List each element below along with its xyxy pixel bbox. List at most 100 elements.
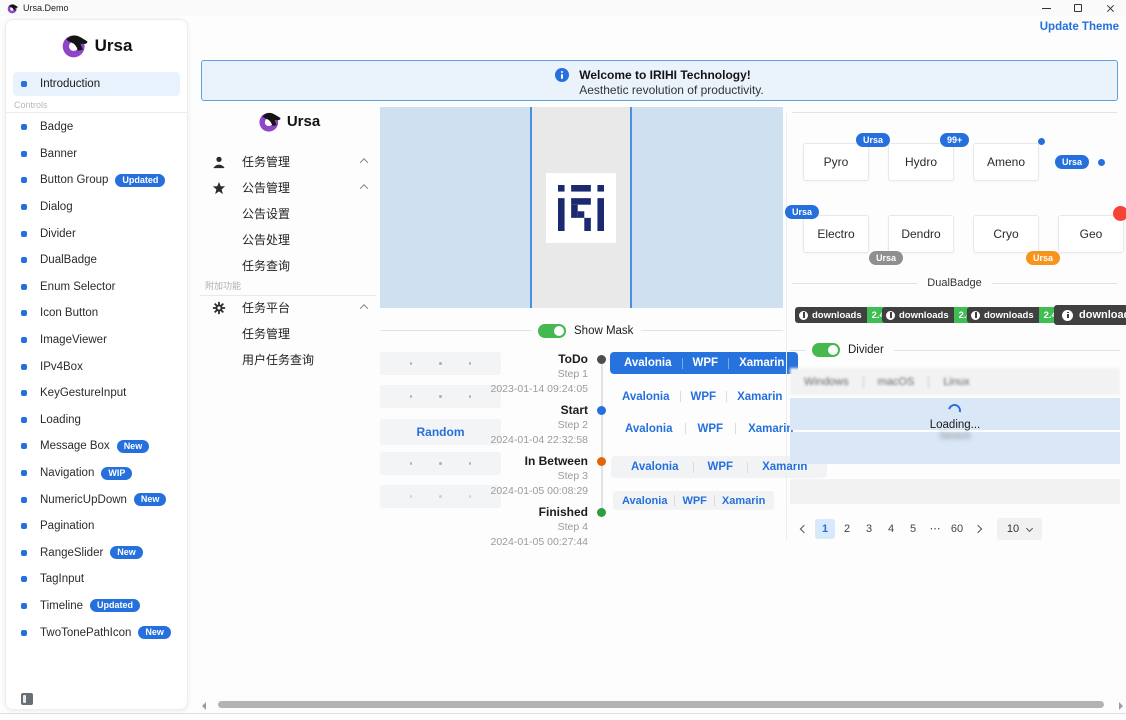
- tab-windows[interactable]: Windows: [790, 376, 863, 388]
- show-mask-toggle[interactable]: [538, 324, 566, 338]
- sidebar-collapse-button[interactable]: [21, 691, 39, 707]
- sidebar-item-introduction[interactable]: Introduction: [13, 72, 180, 96]
- timeline-time: 2024-01-05 00:08:29: [470, 484, 588, 499]
- page-size-select[interactable]: 10: [997, 518, 1042, 540]
- chevron-right-icon: [974, 524, 982, 532]
- pagination-prev-button[interactable]: [795, 519, 813, 539]
- sidebar-item[interactable]: ImageViewer: [6, 327, 185, 354]
- chevron-left-icon: [800, 524, 808, 532]
- ursa-logo-icon: [258, 110, 281, 133]
- menu-item-user-task-query[interactable]: 用户任务查询: [200, 347, 378, 372]
- menu-group-task-platform[interactable]: 任务平台: [200, 295, 378, 320]
- sidebar-nav-list: Badge Banner Button Group Updated: [6, 114, 185, 646]
- xamarin-button[interactable]: Xamarin: [715, 495, 772, 507]
- pagination-page-button[interactable]: 4: [881, 519, 901, 539]
- masked-content-label: Stretch: [790, 431, 1120, 442]
- star-icon: [212, 181, 226, 195]
- sidebar-item[interactable]: DualBadge: [6, 247, 185, 274]
- avalonia-button[interactable]: Avalonia: [615, 495, 674, 507]
- loading-demo: Loading... Stretch: [790, 398, 1120, 466]
- bullet-icon: [21, 603, 27, 609]
- avalonia-button[interactable]: Avalonia: [612, 391, 680, 403]
- bullet-icon: [21, 81, 27, 87]
- sidebar-item[interactable]: KeyGestureInput: [6, 380, 185, 407]
- maximize-button[interactable]: [1062, 0, 1094, 16]
- sidebar-item[interactable]: Icon Button: [6, 300, 185, 327]
- sidebar-item[interactable]: Timeline Updated: [6, 593, 185, 620]
- pagination-page-button[interactable]: 60: [947, 519, 967, 539]
- sidebar-item[interactable]: Banner: [6, 141, 185, 168]
- sidebar-item[interactable]: TwoTonePathIcon New: [6, 619, 185, 646]
- sidebar-item[interactable]: Enum Selector: [6, 274, 185, 301]
- menu-logo-text: Ursa: [287, 113, 320, 130]
- menu-group-task-management[interactable]: 任务管理: [200, 149, 378, 174]
- app-logo-icon: [7, 3, 18, 14]
- timeline-dot-icon: [597, 406, 606, 415]
- pagination-page-button[interactable]: 2: [837, 519, 857, 539]
- sidebar-item[interactable]: Loading: [6, 407, 185, 434]
- pagination-page-button[interactable]: 3: [859, 519, 879, 539]
- wpf-button[interactable]: WPF: [686, 423, 736, 435]
- menu-logo: Ursa: [200, 110, 378, 133]
- dual-badge: downloads 2.4k: [967, 307, 1067, 323]
- sidebar-item[interactable]: Button Group Updated: [6, 167, 185, 194]
- button-group-solid: Avalonia WPF Xamarin: [610, 352, 798, 374]
- menu-item-announcement-handling[interactable]: 公告处理: [200, 227, 378, 252]
- wpf-button[interactable]: WPF: [683, 357, 729, 369]
- status-badge: New: [138, 626, 171, 639]
- divider-label: Divider: [848, 344, 884, 356]
- wpf-button[interactable]: WPF: [681, 391, 727, 403]
- banner-subtitle: Aesthetic revolution of productivity.: [579, 83, 764, 98]
- sidebar-item[interactable]: Navigation WIP: [6, 460, 185, 487]
- badge-card-electro: Electro: [803, 215, 869, 253]
- sidebar-item[interactable]: Divider: [6, 220, 185, 247]
- timeline-title: Start: [470, 403, 588, 418]
- menu-item-task-query[interactable]: 任务查询: [200, 253, 378, 278]
- pagination-page-button[interactable]: 1: [815, 519, 835, 539]
- pagination-page-button[interactable]: ⋯: [925, 519, 945, 539]
- show-mask-label: Show Mask: [574, 325, 633, 337]
- image-viewer[interactable]: [380, 107, 783, 308]
- count-badge: 99+: [940, 133, 969, 147]
- tab-linux[interactable]: Linux: [928, 376, 983, 388]
- pagination-page-button[interactable]: 5: [903, 519, 923, 539]
- tab-macos[interactable]: macOS: [863, 376, 929, 388]
- pagination-next-button[interactable]: [969, 519, 987, 539]
- avalonia-button[interactable]: Avalonia: [614, 357, 682, 369]
- horizontal-scrollbar: [196, 699, 1126, 712]
- sidebar-item[interactable]: Badge: [6, 114, 185, 141]
- sidebar-item[interactable]: Dialog: [6, 194, 185, 221]
- close-button[interactable]: [1094, 0, 1126, 16]
- sidebar-item[interactable]: NumericUpDown New: [6, 486, 185, 513]
- bullet-icon: [21, 364, 27, 370]
- minimize-button[interactable]: [1030, 0, 1062, 16]
- app-window: Ursa.Demo Update Theme Welcome to IRIHI …: [0, 0, 1126, 720]
- xamarin-button[interactable]: Xamarin: [727, 391, 792, 403]
- wpf-button[interactable]: WPF: [694, 461, 748, 473]
- sidebar-item[interactable]: RangeSlider New: [6, 540, 185, 567]
- badge-section-divider: [792, 112, 1117, 113]
- scroll-right-arrow[interactable]: [1119, 702, 1123, 710]
- ursa-logo-icon: [61, 32, 88, 59]
- avalonia-button[interactable]: Avalonia: [617, 461, 693, 473]
- update-theme-button[interactable]: Update Theme: [1040, 18, 1119, 35]
- menu-item-announcement-settings[interactable]: 公告设置: [200, 201, 378, 226]
- divider-toggle[interactable]: [812, 343, 840, 357]
- scrollbar-thumb[interactable]: [218, 701, 1104, 708]
- menu-group-announcement[interactable]: 公告管理: [200, 175, 378, 200]
- sidebar-item[interactable]: IPv4Box: [6, 353, 185, 380]
- status-badge: Updated: [115, 174, 165, 187]
- xamarin-button[interactable]: Xamarin: [729, 357, 794, 369]
- badge-card-pyro: Pyro: [803, 143, 869, 181]
- menu-item-task-management[interactable]: 任务管理: [200, 321, 378, 346]
- bullet-icon: [21, 257, 27, 263]
- sidebar-item[interactable]: Message Box New: [6, 433, 185, 460]
- chevron-up-icon: [361, 304, 368, 311]
- sidebar-item[interactable]: TagInput: [6, 566, 185, 593]
- avalonia-button[interactable]: Avalonia: [613, 423, 685, 435]
- sidebar-item[interactable]: Pagination: [6, 513, 185, 540]
- scroll-left-arrow[interactable]: [202, 702, 206, 710]
- wpf-button[interactable]: WPF: [675, 495, 713, 507]
- bullet-icon: [21, 497, 27, 503]
- dualbadge-divider: DualBadge: [792, 277, 1117, 289]
